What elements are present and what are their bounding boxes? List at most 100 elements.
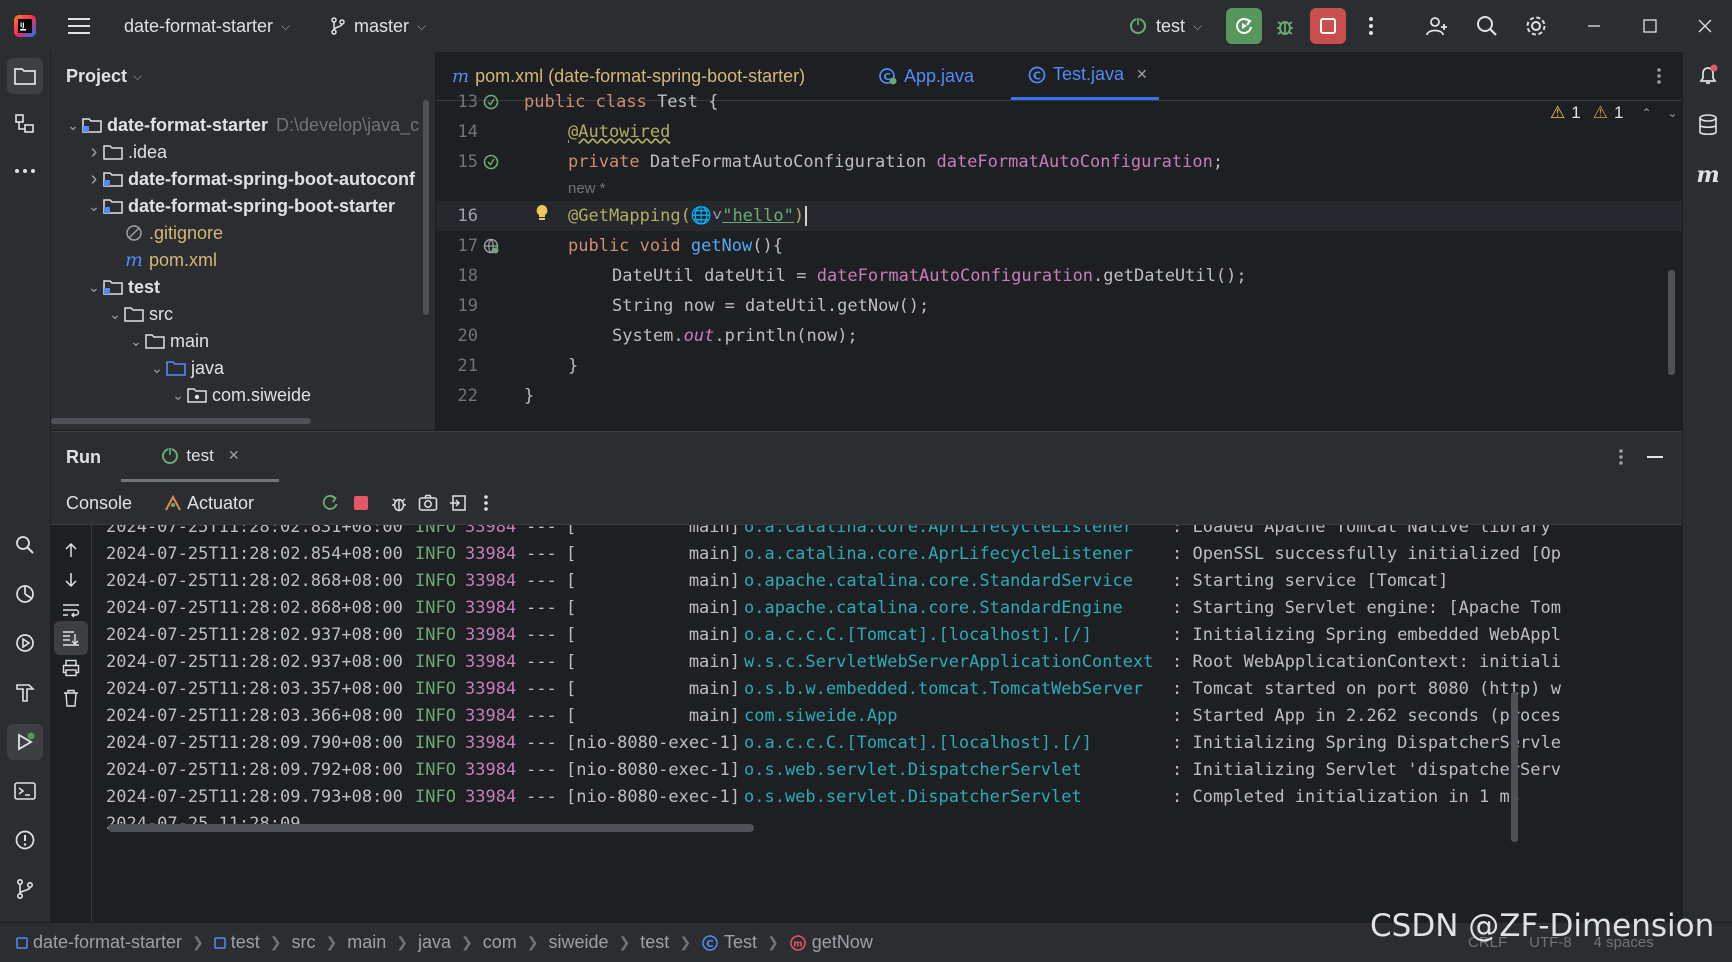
breadcrumb-item[interactable]: com — [483, 932, 517, 953]
screenshot-camera-icon[interactable] — [411, 486, 445, 520]
close-tab-icon[interactable]: ✕ — [228, 447, 240, 464]
profiler-icon[interactable] — [8, 577, 42, 611]
log-logger: o.s.b.w.embedded.tomcat.TomcatWebServer — [744, 679, 1144, 699]
editor-scrollbar[interactable] — [1668, 270, 1675, 375]
console-horizontal-scrollbar[interactable] — [108, 824, 754, 832]
breadcrumb-item[interactable]: src — [292, 932, 316, 953]
code-line: 20 System.out.println(now); — [457, 326, 858, 346]
log-logger: o.s.web.servlet.DispatcherServlet — [744, 760, 1082, 780]
run-tab-test[interactable]: test ✕ — [121, 432, 279, 482]
chevron-right-icon[interactable]: › — [86, 168, 102, 191]
stop-button[interactable] — [1310, 8, 1346, 44]
search-everywhere-icon[interactable] — [8, 528, 42, 562]
minimize-icon[interactable] — [1577, 9, 1611, 43]
run-config-selector[interactable]: test ⌵ — [1128, 0, 1202, 52]
breadcrumb-item[interactable]: test — [640, 932, 669, 953]
run-tool-icon[interactable] — [7, 724, 43, 760]
tree-horizontal-scrollbar[interactable] — [51, 418, 311, 424]
tree-item[interactable]: › date-format-spring-boot-autoconf — [86, 164, 415, 194]
log-ts: 2024-07-25T11:28:02.937+08:00 — [106, 625, 403, 645]
rerun-button[interactable] — [1226, 8, 1262, 44]
breadcrumb-item[interactable]: main — [347, 932, 386, 953]
tree-item[interactable]: ⌄ date-format-spring-boot-starter — [86, 191, 395, 221]
project-view-selector[interactable]: Project ⌵ — [66, 62, 142, 90]
search-icon[interactable] — [1470, 9, 1504, 43]
code-area[interactable]: 13 public class Test { 14 @Autowired 15 … — [436, 92, 1682, 430]
add-user-icon[interactable] — [1420, 9, 1454, 43]
breadcrumb-item[interactable]: siweide — [549, 932, 609, 953]
request-mapping-gutter-icon[interactable] — [482, 237, 500, 255]
maximize-icon[interactable] — [1633, 9, 1667, 43]
chevron-down-icon[interactable]: ⌄ — [65, 117, 81, 134]
tree-item[interactable]: ⌄ test — [86, 272, 160, 302]
more-actions-icon[interactable] — [469, 486, 503, 520]
project-switcher[interactable]: date-format-starter ⌵ — [124, 0, 290, 52]
module-icon — [16, 936, 28, 949]
tree-item[interactable]: ⌄ java — [149, 353, 224, 383]
arrow-down-icon[interactable] — [54, 563, 88, 597]
breadcrumb-item[interactable]: java — [418, 932, 451, 953]
chevron-right-icon[interactable]: › — [86, 141, 102, 164]
main-menu-icon[interactable] — [62, 9, 96, 43]
tree-item-label: date-format-spring-boot-starter — [128, 195, 396, 216]
hide-panel-icon[interactable] — [1638, 440, 1672, 474]
run-panel: Run test ✕ Console Actuator 2024-07-25T1… — [51, 431, 1682, 923]
close-window-icon[interactable] — [1688, 9, 1722, 43]
rerun-icon[interactable] — [313, 486, 347, 520]
run-options-icon[interactable] — [1604, 440, 1638, 474]
console-tab[interactable]: Console — [66, 482, 132, 524]
tree-scrollbar[interactable] — [423, 100, 429, 315]
tree-item[interactable]: ⌄ date-format-starter D:\develop\java_c — [65, 110, 419, 140]
close-tab-icon[interactable]: ✕ — [1136, 66, 1148, 83]
lightbulb-icon[interactable] — [534, 203, 550, 223]
breadcrumb-item[interactable]: test — [214, 932, 260, 953]
maven-tool-icon[interactable]: m — [1691, 158, 1725, 192]
vcs-branch-widget[interactable]: master ⌵ — [330, 0, 426, 52]
chevron-down-icon[interactable]: ⌄ — [170, 387, 186, 404]
more-actions-icon[interactable] — [1354, 9, 1388, 43]
intellij-logo-icon[interactable]: IJ — [8, 9, 42, 43]
print-icon[interactable] — [54, 651, 88, 685]
settings-gear-icon[interactable] — [1519, 9, 1553, 43]
terminal-icon[interactable] — [8, 774, 42, 808]
url-globe-icon[interactable]: 🌐˅ — [691, 206, 722, 226]
problems-icon[interactable] — [8, 823, 42, 857]
breadcrumb-item[interactable]: C Test — [701, 932, 757, 953]
chevron-down-icon[interactable]: ⌄ — [86, 198, 102, 215]
actuator-tab[interactable]: Actuator — [164, 482, 254, 524]
tree-item[interactable]: ⌄ src — [107, 299, 173, 329]
console-scrollbar[interactable] — [1511, 692, 1518, 842]
tree-item[interactable]: ⌄ com.siweide — [170, 380, 311, 410]
debug-button[interactable] — [1268, 9, 1302, 43]
structure-tool-icon[interactable] — [8, 107, 42, 141]
arrow-up-icon[interactable] — [54, 533, 88, 567]
log-level: INFO — [415, 679, 456, 699]
project-tree: ⌄ date-format-starter D:\develop\java_c › .i… — [51, 110, 435, 430]
chevron-down-icon: ⌵ — [1193, 18, 1203, 33]
tree-item[interactable]: m pom.xml — [107, 245, 217, 275]
services-icon[interactable] — [8, 626, 42, 660]
database-icon[interactable] — [1691, 108, 1725, 142]
breadcrumb-item[interactable]: m getNow — [789, 932, 873, 953]
tree-item[interactable]: › .idea — [86, 137, 167, 167]
log-pid: 33984 — [465, 679, 517, 699]
autowired-gutter-icon[interactable] — [482, 153, 500, 171]
chevron-down-icon[interactable]: ⌄ — [128, 333, 144, 350]
spring-bean-gutter-icon[interactable] — [482, 93, 500, 111]
notifications-bell-icon[interactable] — [1691, 58, 1725, 92]
git-icon[interactable] — [8, 872, 42, 906]
tree-item[interactable]: .gitignore — [107, 218, 223, 248]
chevron-down-icon[interactable]: ⌄ — [86, 279, 102, 296]
chevron-down-icon[interactable]: ⌄ — [149, 360, 165, 377]
project-tool-icon[interactable] — [7, 58, 43, 94]
more-tools-icon[interactable] — [8, 154, 42, 188]
breadcrumb-item[interactable]: date-format-starter — [16, 932, 182, 953]
chevron-down-icon[interactable]: ⌄ — [107, 306, 123, 323]
author-inlay-hint[interactable]: new * — [568, 180, 606, 197]
scroll-to-end-icon[interactable] — [54, 621, 88, 655]
tree-item[interactable]: ⌄ main — [128, 326, 209, 356]
clear-trash-icon[interactable] — [54, 681, 88, 715]
console-output[interactable]: 2024-07-25T11:28:02.831+08:00 INFO 33984 --… — [106, 525, 1666, 905]
stop-icon[interactable] — [344, 486, 378, 520]
build-hammer-icon[interactable] — [8, 675, 42, 709]
